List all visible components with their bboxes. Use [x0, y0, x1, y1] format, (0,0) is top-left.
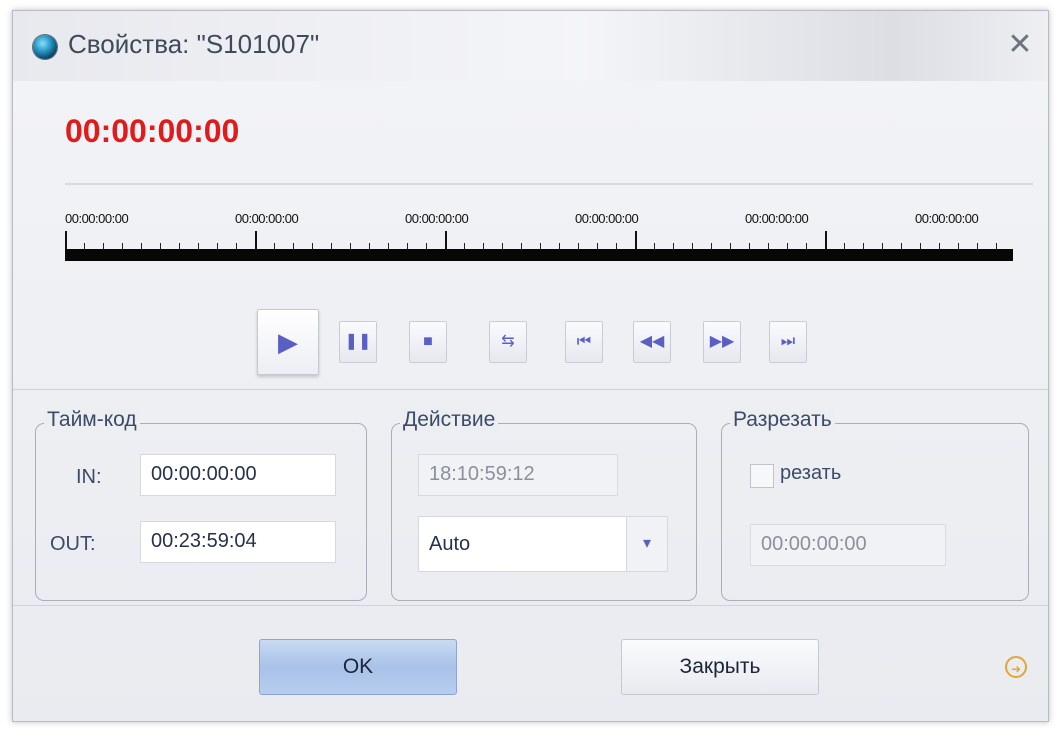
timecode-group-label: Тайм-код: [44, 408, 140, 432]
action-group-label: Действие: [400, 408, 499, 432]
rewind-button[interactable]: ◀◀: [633, 321, 671, 363]
divider: [13, 389, 1048, 390]
transport-controls: ▶ ❚❚ ■ ⇆ ⏮ ◀◀ ▶▶ ⏭: [257, 303, 817, 375]
timeline-tick-label: 00:00:00:00: [65, 211, 129, 226]
in-timecode-field[interactable]: 00:00:00:00: [140, 454, 336, 496]
current-timecode: 00:00:00:00: [65, 113, 240, 149]
swap-icon: ⇆: [501, 333, 515, 350]
timeline-tick-label: 00:00:00:00: [235, 211, 299, 226]
skip-end-icon: ⏭: [780, 333, 796, 350]
cut-checkbox-label: резать: [780, 462, 842, 484]
window-title: Свойства: "S101007": [68, 29, 320, 59]
timeline[interactable]: 00:00:00:00 00:00:00:00 00:00:00:00 00:00:0…: [65, 183, 1035, 273]
skip-start-icon: ⏮: [576, 333, 592, 350]
title-bar[interactable]: Свойства: "S101007" ✕: [13, 11, 1048, 81]
divider: [13, 605, 1048, 606]
cut-time-field: 00:00:00:00: [750, 524, 946, 566]
ruler-major-tick: [825, 231, 827, 249]
timeline-top-divider: [65, 183, 1033, 185]
play-button[interactable]: ▶: [257, 309, 319, 375]
ok-button[interactable]: OK: [259, 639, 457, 695]
pause-icon: ❚❚: [344, 333, 372, 350]
timeline-tick-label: 00:00:00:00: [405, 211, 469, 226]
fast-forward-button[interactable]: ▶▶: [703, 321, 741, 363]
close-button[interactable]: Закрыть: [621, 639, 819, 695]
in-label: IN:: [76, 466, 102, 488]
timeline-tick-label: 00:00:00:00: [745, 211, 809, 226]
stop-icon: ■: [423, 333, 433, 350]
globe-icon: [33, 35, 57, 59]
timeline-tick-label: 00:00:00:00: [575, 211, 639, 226]
ruler-bar: [65, 249, 1013, 261]
action-time-field: 18:10:59:12: [418, 454, 618, 496]
ruler-major-tick: [255, 231, 257, 249]
ruler-major-tick: [445, 231, 447, 249]
play-icon: ▶: [278, 327, 298, 357]
action-select[interactable]: Auto ▾: [418, 516, 668, 572]
properties-dialog: Свойства: "S101007" ✕ 00:00:00:00 00:00:…: [12, 10, 1049, 722]
arrow-circle-icon[interactable]: ➜: [1005, 656, 1027, 678]
action-select-value: Auto: [429, 533, 471, 555]
timecode-group: Тайм-код IN: 00:00:00:00 OUT: 00:23:59:0…: [35, 408, 367, 601]
cut-group-label: Разрезать: [730, 408, 835, 432]
out-label: OUT:: [50, 533, 96, 555]
first-frame-button[interactable]: ⏮: [565, 321, 603, 363]
fast-forward-icon: ▶▶: [709, 333, 735, 350]
close-icon[interactable]: ✕: [1002, 27, 1038, 63]
toggle-button[interactable]: ⇆: [489, 321, 527, 363]
stop-button[interactable]: ■: [409, 321, 447, 363]
ruler-major-tick: [65, 231, 67, 249]
timeline-tick-label: 00:00:00:00: [915, 211, 979, 226]
rewind-icon: ◀◀: [639, 333, 665, 350]
ruler-major-tick: [635, 231, 637, 249]
action-group: Действие 18:10:59:12 Auto ▾: [391, 408, 697, 601]
chevron-down-icon[interactable]: ▾: [626, 517, 667, 571]
out-timecode-field[interactable]: 00:23:59:04: [140, 521, 336, 563]
pause-button[interactable]: ❚❚: [339, 321, 377, 363]
last-frame-button[interactable]: ⏭: [769, 321, 807, 363]
timeline-ruler[interactable]: [65, 231, 1013, 261]
cut-checkbox[interactable]: [750, 464, 774, 488]
cut-group: Разрезать резать 00:00:00:00: [721, 408, 1029, 601]
